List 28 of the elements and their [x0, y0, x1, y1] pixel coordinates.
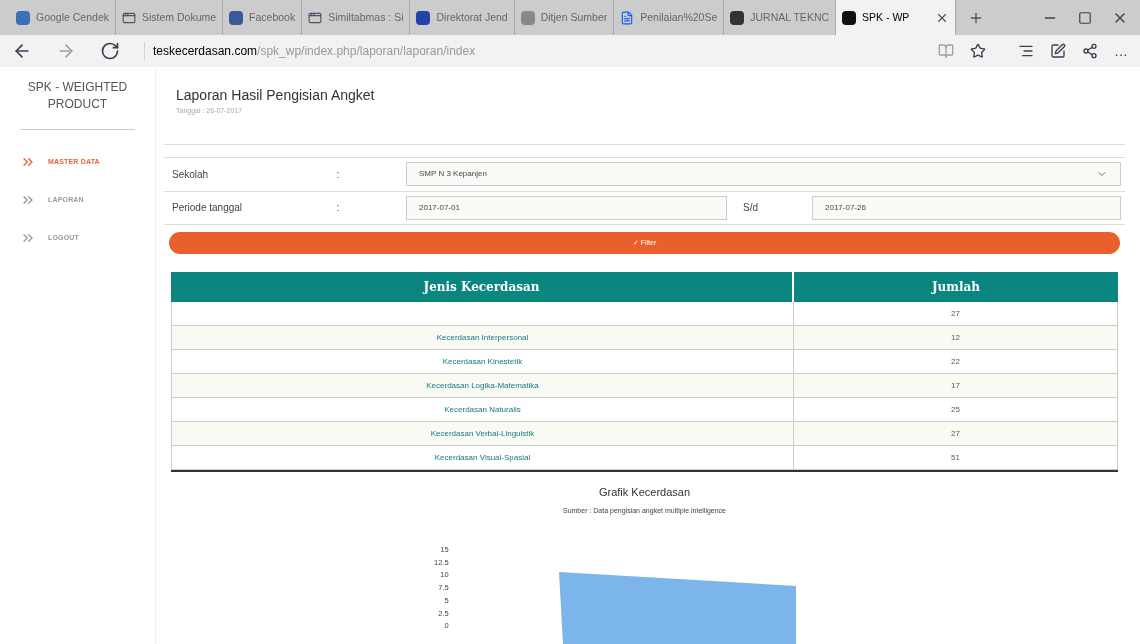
table-cell: 25 [794, 398, 1118, 421]
date-from-field[interactable]: 2017-07-01 [406, 195, 727, 220]
field-label: Periode tanggal [171, 201, 244, 216]
url-field[interactable]: teskecerdasan.com/spk_wp/index.php/laporan/laporan/index [144, 42, 476, 60]
browser-tab[interactable]: SPK - WP [836, 0, 957, 35]
table-cell: Kecerdasan Kinestetik [171, 350, 794, 373]
table-cell: Kecerdasan Visual-Spasial [171, 446, 794, 469]
field-label: Sekolah [171, 167, 210, 182]
table-cell: 22 [794, 350, 1118, 373]
school-select[interactable]: SMP N 3 Kepanjen [406, 162, 1121, 187]
chart-title: Grafik Kecerdasan [598, 485, 691, 500]
table-cell: 27 [794, 422, 1118, 445]
table-cell: Kecerdasan Interpersonal [171, 326, 794, 349]
colon-text: : [335, 201, 341, 216]
column-header[interactable]: Jumlah [794, 272, 1118, 302]
table-cell: Kecerdasan Logika-Matematika [171, 374, 794, 397]
more-button[interactable]: … [1114, 40, 1128, 62]
table-cell: Kecerdasan Naturalis [171, 398, 794, 421]
table-cell: Kecerdasan Verbal-Linguistik [171, 422, 794, 445]
table-cell: 27 [794, 302, 1118, 325]
brand-title: SPK - WEIGHTED PRODUCT [20, 79, 135, 130]
until-label: S/d [742, 201, 759, 216]
colon-text: : [335, 167, 341, 182]
date-to-field[interactable]: 2017-07-26 [812, 195, 1121, 220]
table-cell: 51 [794, 446, 1118, 469]
page-title: Laporan Hasil Pengisian Angket [176, 86, 376, 105]
table-cell: 12 [794, 326, 1118, 349]
table-cell: 17 [794, 374, 1118, 397]
